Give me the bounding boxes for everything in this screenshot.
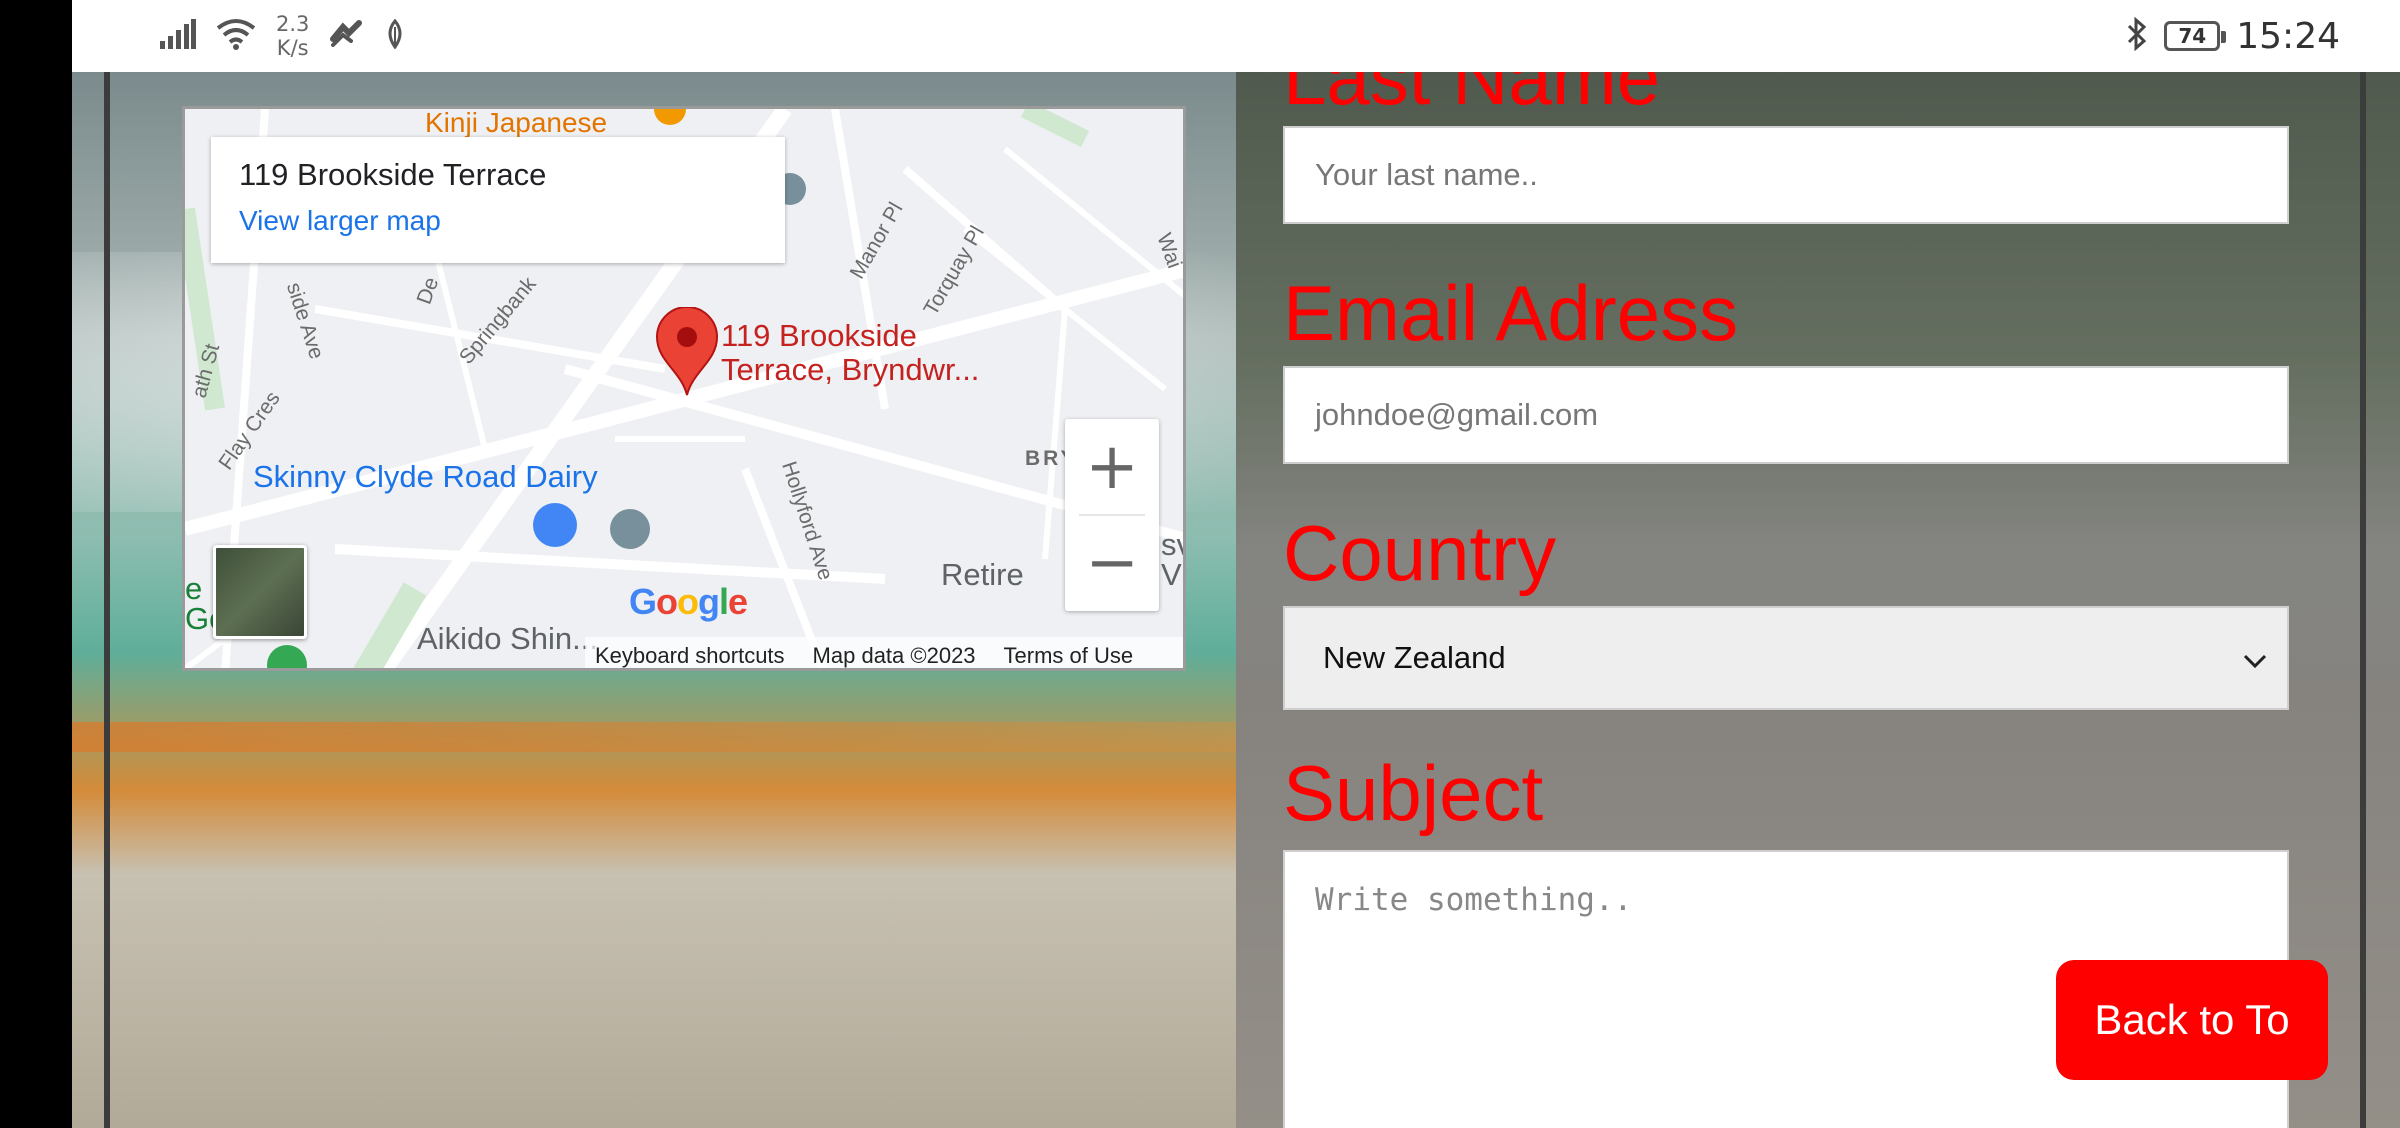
wifi-icon xyxy=(216,18,256,55)
map-address-title: 119 Brookside Terrace xyxy=(239,157,547,192)
clock: 15:24 xyxy=(2236,15,2340,57)
network-speed-unit: K/s xyxy=(276,36,309,60)
google-logo: Google xyxy=(629,581,748,622)
keyboard-shortcuts-link[interactable]: Keyboard shortcuts xyxy=(595,643,785,668)
map-data-text: Map data ©2023 xyxy=(812,643,976,668)
zoom-out-button[interactable]: − xyxy=(1065,515,1159,611)
map-poi-kinji: Kinji Japanese xyxy=(425,107,608,138)
back-to-top-button[interactable]: Back to To xyxy=(2056,960,2328,1080)
country-select-value: New Zealand xyxy=(1323,640,1506,675)
subject-label: Subject xyxy=(1283,749,1544,837)
network-speed-value: 2.3 xyxy=(276,12,310,36)
map-label-vi: Vi xyxy=(1161,557,1186,592)
status-bar: 2.3 K/s 74 15:24 xyxy=(72,0,2400,72)
frame-rail-right xyxy=(2360,72,2366,1128)
country-select[interactable]: New Zealand xyxy=(1283,606,2289,710)
frame-rail-left xyxy=(104,72,110,1128)
page-content[interactable]: Kinji Japanese Manor Pl Torquay Pl Sprin… xyxy=(72,72,2400,1128)
last-name-input[interactable]: Your last name.. xyxy=(1283,126,2289,224)
country-label: Country xyxy=(1283,509,1557,597)
map-pin-label: 119 Brookside Terrace, Bryndwr... xyxy=(721,318,980,387)
terms-of-use-link[interactable]: Terms of Use xyxy=(1004,643,1134,668)
status-left: 2.3 K/s xyxy=(160,0,407,72)
app-notification-icon xyxy=(329,19,363,54)
signal-icon xyxy=(160,18,196,54)
status-right: 74 15:24 xyxy=(2126,0,2340,72)
battery-icon: 74 xyxy=(2164,21,2227,51)
chevron-down-icon xyxy=(2243,640,2267,676)
zoom-in-button[interactable]: + xyxy=(1065,419,1159,515)
network-speed: 2.3 K/s xyxy=(276,12,309,60)
map-poi-retire[interactable]: Retire xyxy=(941,557,1024,593)
last-name-label: Last Name xyxy=(1283,72,1661,121)
bluetooth-icon xyxy=(2126,16,2148,56)
map-poi-dairy[interactable]: Skinny Clyde Road Dairy xyxy=(253,459,598,495)
map-pin-icon[interactable] xyxy=(655,306,719,402)
view-larger-map-link[interactable]: View larger map xyxy=(239,205,757,237)
map-attribution-bar: Keyboard shortcuts Map data ©2023 Terms … xyxy=(585,637,1183,668)
map-poi-aikido[interactable]: Aikido Shin... xyxy=(417,621,598,657)
map-zoom-control: + − xyxy=(1065,419,1159,611)
email-input[interactable]: johndoe@gmail.com xyxy=(1283,366,2289,464)
map-info-card: 119 Brookside Terrace View larger map xyxy=(211,137,785,263)
email-label: Email Adress xyxy=(1283,269,1739,357)
google-map-embed[interactable]: Kinji Japanese Manor Pl Torquay Pl Sprin… xyxy=(182,106,1186,671)
leaf-notification-icon xyxy=(383,18,407,54)
satellite-toggle[interactable] xyxy=(213,545,307,639)
